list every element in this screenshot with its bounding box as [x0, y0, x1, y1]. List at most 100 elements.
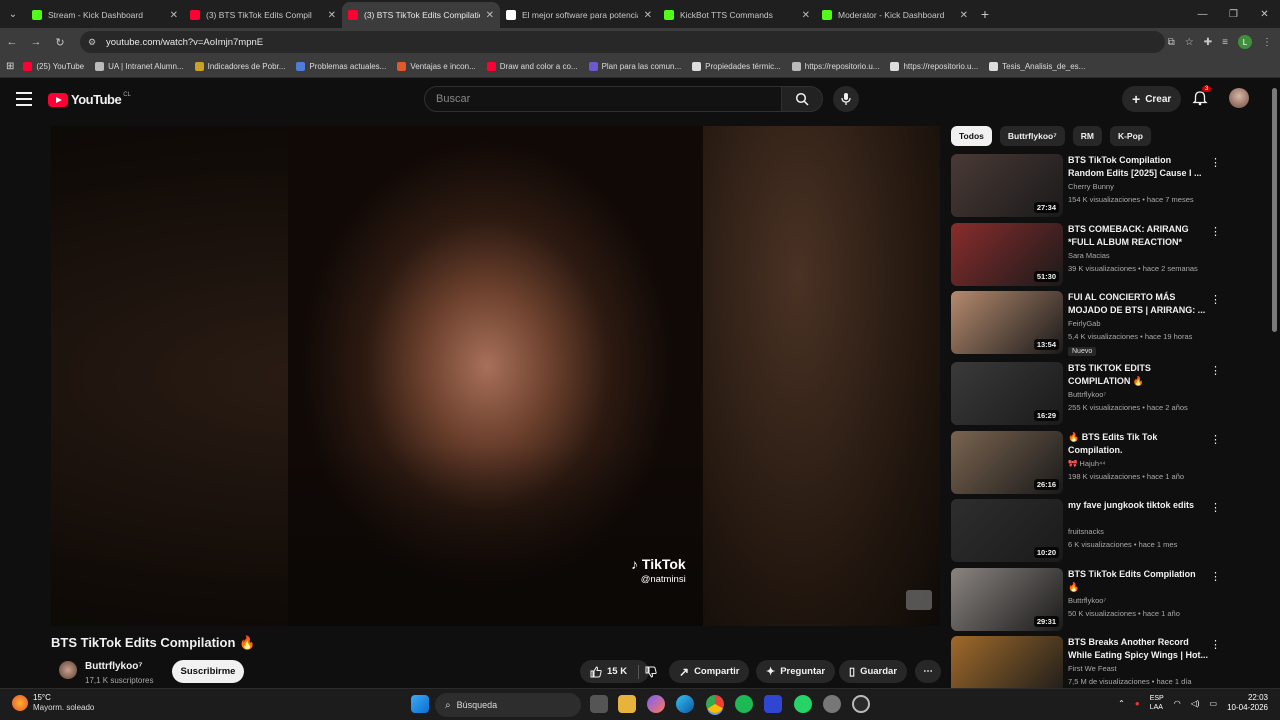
recommendation-channel[interactable]: 🎀 Hajuh⁴⁴ [1068, 459, 1105, 468]
copilot-icon[interactable] [647, 695, 665, 713]
recommendation-channel[interactable]: First We Feast [1068, 664, 1117, 673]
task-view-icon[interactable] [590, 695, 608, 713]
browser-tab[interactable]: KickBot TTS Commands ✕ [658, 2, 816, 28]
recommendation-channel[interactable]: FeirlyGab [1068, 319, 1101, 328]
tray-app-icon[interactable]: ● [1135, 699, 1140, 708]
tab-search-button[interactable]: ⌄ [0, 0, 26, 28]
video-thumbnail[interactable]: 27:34 [951, 154, 1063, 217]
dislike-button[interactable] [636, 660, 666, 683]
more-vertical-icon[interactable]: ⋮ [1210, 293, 1221, 306]
file-explorer-icon[interactable] [618, 695, 636, 713]
video-thumbnail[interactable]: 10:20 [951, 499, 1063, 562]
bookmark-item[interactable]: Plan para las comun... [588, 62, 681, 71]
chrome-icon[interactable] [706, 695, 724, 713]
bookmark-item[interactable]: https://repositorio.u... [890, 62, 978, 71]
media-control-icon[interactable]: ≡ [1222, 37, 1228, 48]
bookmark-star-icon[interactable]: ☆ [1185, 37, 1194, 48]
spotify-icon[interactable] [735, 695, 753, 713]
tab-close-icon[interactable]: ✕ [486, 10, 494, 21]
recommendation-channel[interactable]: Buttrflykoo⁷ [1068, 596, 1106, 605]
account-avatar[interactable] [1229, 88, 1249, 108]
more-actions-button[interactable]: ⋯ [915, 660, 941, 683]
bookmark-item[interactable]: Problemas actuales... [296, 62, 386, 71]
recommendation-title[interactable]: 🔥 BTS Edits Tik Tok Compilation. [1068, 431, 1208, 457]
create-button[interactable]: + Crear [1122, 86, 1182, 112]
notifications-button[interactable]: 3 [1192, 86, 1212, 108]
scrollbar-thumb[interactable] [1272, 88, 1277, 332]
voice-search-button[interactable] [833, 86, 859, 112]
recommendation-title[interactable]: BTS COMEBACK: ARIRANG *FULL ALBUM REACTI… [1068, 223, 1208, 249]
recommendation-title[interactable]: BTS TIKTOK EDITS COMPILATION 🔥 [1068, 362, 1208, 388]
recommendation-item[interactable]: 26:16 🔥 BTS Edits Tik Tok Compilation. 🎀 H… [951, 431, 1221, 495]
bookmark-item[interactable]: Tesis_Analisis_de_es... [989, 62, 1085, 71]
bookmark-item[interactable]: UA | Intranet Alumn... [95, 62, 184, 71]
edge-icon[interactable] [676, 695, 694, 713]
tray-chevron-icon[interactable]: ⌃ [1118, 699, 1125, 708]
reload-icon[interactable]: ↻ [48, 36, 72, 49]
more-vertical-icon[interactable]: ⋮ [1210, 156, 1221, 169]
video-thumbnail[interactable]: 29:31 [951, 568, 1063, 631]
site-info-icon[interactable]: ⚙ [88, 37, 100, 48]
browser-tab[interactable]: El mejor software para potencia ✕ [500, 2, 658, 28]
new-tab-button[interactable]: + [974, 6, 996, 22]
recommendation-item[interactable]: 13:54 FUI AL CONCIERTO MÁS MOJADO DE BTS … [951, 291, 1221, 356]
browser-tab[interactable]: Stream - Kick Dashboard ✕ [26, 2, 184, 28]
search-input[interactable] [436, 93, 781, 105]
browser-tab[interactable]: (3) BTS TikTok Edits Compilation ✕ [342, 2, 500, 28]
channel-name[interactable]: Buttrflykoo⁷ [85, 661, 142, 672]
clock[interactable]: 22:03 10-04-2026 [1227, 693, 1268, 713]
more-vertical-icon[interactable]: ⋮ [1210, 225, 1221, 238]
recommendation-title[interactable]: FUI AL CONCIERTO MÁS MOJADO DE BTS | ARI… [1068, 291, 1208, 317]
bookmark-item[interactable]: Ventajas e incon... [397, 62, 476, 71]
browser-menu-icon[interactable]: ⋮ [1262, 37, 1272, 48]
channel-watermark[interactable] [906, 590, 932, 610]
recommendation-item[interactable]: 16:29 BTS TIKTOK EDITS COMPILATION 🔥 Buttr… [951, 362, 1221, 426]
close-window-icon[interactable]: ✕ [1249, 0, 1280, 28]
bookmark-item[interactable]: (25) YouTube [23, 62, 84, 71]
address-bar[interactable]: ⚙ youtube.com/watch?v=AoImjn7mpnE [80, 31, 1165, 53]
video-player[interactable]: ♪ TikTok @natminsi [51, 126, 940, 626]
profile-avatar[interactable]: L [1238, 35, 1252, 49]
recommendation-channel[interactable]: fruitsnacks [1068, 527, 1104, 536]
browser-tab[interactable]: Moderator - Kick Dashboard ✕ [816, 2, 974, 28]
save-button[interactable]: ▯ Guardar [839, 660, 908, 683]
back-icon[interactable]: ← [0, 36, 24, 48]
youtube-logo[interactable]: YouTube CL [48, 92, 131, 107]
recommendation-item[interactable]: 10:20 my fave jungkook tiktok edits fruits… [951, 499, 1221, 563]
wifi-icon[interactable]: ◠ [1174, 699, 1181, 708]
recommendation-title[interactable]: BTS Breaks Another Record While Eating S… [1068, 636, 1208, 662]
more-vertical-icon[interactable]: ⋮ [1210, 638, 1221, 651]
taskbar-search[interactable]: ⌕ Búsqueda [435, 693, 581, 717]
minimize-icon[interactable]: — [1187, 0, 1218, 28]
ask-button[interactable]: ✦ Preguntar [756, 660, 836, 683]
restore-icon[interactable]: ❐ [1218, 0, 1249, 28]
page-scrollbar[interactable] [1271, 82, 1278, 688]
obs-icon[interactable] [852, 695, 870, 713]
recommendation-title[interactable]: BTS TikTok Edits Compilation 🔥 [1068, 568, 1208, 594]
menu-icon[interactable] [16, 92, 32, 110]
search-button[interactable] [781, 86, 823, 112]
battery-icon[interactable]: ▭ [1210, 699, 1218, 708]
tab-close-icon[interactable]: ✕ [328, 10, 336, 21]
apps-grid-icon[interactable]: ⊞ [6, 61, 14, 72]
subscribe-button[interactable]: Suscribirme [172, 660, 244, 683]
bookmark-item[interactable]: Draw and color a co... [486, 62, 578, 71]
recommendation-channel[interactable]: Buttrflykoo⁷ [1068, 390, 1106, 399]
app-icon[interactable] [764, 695, 782, 713]
recommendation-channel[interactable]: Sara Macias [1068, 251, 1110, 260]
recommendation-item[interactable]: 29:31 BTS TikTok Edits Compilation 🔥 Buttr… [951, 568, 1221, 632]
weather-widget[interactable]: 15°C Mayorm. soleado [12, 693, 94, 713]
tab-close-icon[interactable]: ✕ [802, 10, 810, 21]
filter-chip[interactable]: RM [1072, 126, 1102, 146]
more-vertical-icon[interactable]: ⋮ [1210, 364, 1221, 377]
volume-icon[interactable]: ◁) [1191, 699, 1200, 708]
share-button[interactable]: ↗ Compartir [669, 660, 750, 683]
recommendation-item[interactable]: 51:30 BTS COMEBACK: ARIRANG *FULL ALBUM R… [951, 223, 1221, 287]
bookmark-item[interactable]: Propiedades térmic... [692, 62, 781, 71]
recommendation-item[interactable]: 27:34 BTS TikTok Compilation Random Edits… [951, 154, 1221, 218]
video-thumbnail[interactable]: 26:16 [951, 431, 1063, 494]
tab-close-icon[interactable]: ✕ [960, 10, 968, 21]
forward-icon[interactable]: → [24, 36, 48, 48]
whatsapp-icon[interactable] [794, 695, 812, 713]
recommendation-channel[interactable]: Cherry Bunny [1068, 182, 1114, 191]
